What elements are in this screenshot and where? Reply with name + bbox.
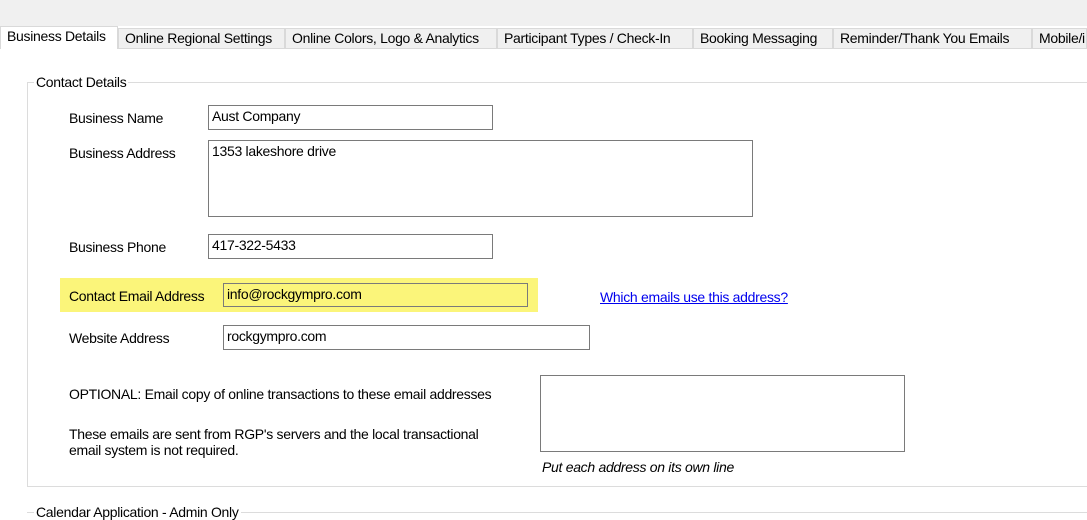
tab-business-details[interactable]: Business Details	[0, 26, 118, 49]
calendar-legend: Calendar Application - Admin Only	[34, 504, 241, 520]
tab-participant-types-check-in[interactable]: Participant Types / Check-In	[497, 28, 693, 48]
which-emails-link[interactable]: Which emails use this address?	[600, 289, 788, 305]
website-input[interactable]: rockgympro.com	[223, 325, 590, 350]
copy-emails-textarea[interactable]	[540, 375, 905, 452]
tab-online-regional-settings[interactable]: Online Regional Settings	[118, 28, 285, 48]
tab-strip: Business Details Online Regional Setting…	[0, 26, 1087, 49]
business-address-textarea[interactable]: 1353 lakeshore drive	[208, 140, 753, 217]
business-name-label: Business Name	[69, 110, 164, 126]
tab-mobile[interactable]: Mobile/i	[1032, 28, 1087, 48]
website-label: Website Address	[69, 330, 170, 346]
tab-booking-messaging[interactable]: Booking Messaging	[693, 28, 833, 48]
copy-emails-hint: Put each address on its own line	[542, 459, 734, 475]
business-name-input[interactable]: Aust Company	[208, 105, 493, 130]
tab-online-colors-logo-analytics[interactable]: Online Colors, Logo & Analytics	[285, 28, 497, 48]
business-phone-label: Business Phone	[69, 239, 166, 255]
business-address-label: Business Address	[69, 145, 176, 161]
business-phone-input[interactable]: 417-322-5433	[208, 234, 493, 259]
optional-email-copy-label: OPTIONAL: Email copy of online transacti…	[69, 386, 492, 402]
top-strip	[0, 0, 1087, 26]
tab-baseline	[0, 48, 1087, 49]
contact-email-input[interactable]: info@rockgympro.com	[223, 283, 528, 307]
contact-details-legend: Contact Details	[34, 74, 129, 90]
contact-email-label: Contact Email Address	[69, 288, 205, 304]
tab-reminder-thank-you-emails[interactable]: Reminder/Thank You Emails	[833, 28, 1032, 48]
servers-note-text: These emails are sent from RGP's servers…	[69, 426, 479, 458]
